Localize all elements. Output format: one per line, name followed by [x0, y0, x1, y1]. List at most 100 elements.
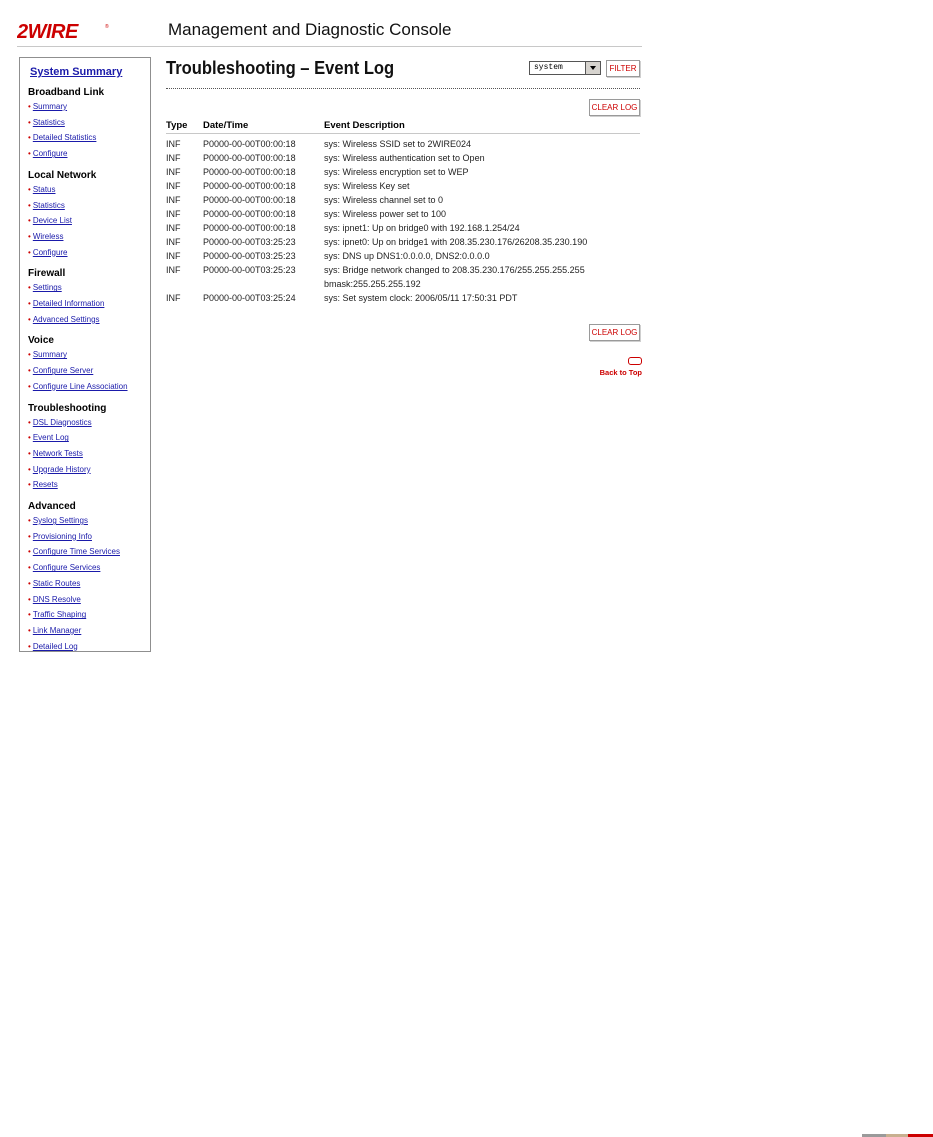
sidebar-item[interactable]: • Provisioning Info [28, 529, 150, 545]
2wire-logo: 2WIRE ® [17, 21, 109, 41]
sidebar-section-title: Local Network [28, 169, 97, 181]
sidebar-item-label[interactable]: Device List [33, 216, 72, 225]
sidebar-item[interactable]: • Configure [28, 146, 150, 162]
sidebar-item[interactable]: • Summary [28, 347, 150, 363]
bullet-icon: • [28, 516, 31, 526]
sidebar-item[interactable]: • Status [28, 182, 150, 198]
sidebar-item[interactable]: • Configure Time Services [28, 544, 150, 560]
sidebar-item-label[interactable]: Configure Line Association [33, 382, 128, 391]
sidebar-item-label[interactable]: Detailed Information [33, 299, 105, 308]
sidebar-item[interactable]: • DSL Diagnostics [28, 415, 150, 431]
sidebar-item-label[interactable]: Configure Time Services [33, 547, 120, 556]
sidebar-item[interactable]: • Upgrade History [28, 462, 150, 478]
bullet-icon: • [28, 216, 31, 226]
cell-description: sys: Wireless authentication set to Open [324, 153, 485, 163]
sidebar-item-label[interactable]: Configure [33, 248, 68, 257]
sidebar-item-label[interactable]: Event Log [33, 433, 69, 442]
system-summary-link[interactable]: System Summary [30, 66, 150, 78]
bullet-icon: • [28, 610, 31, 620]
sidebar-item[interactable]: • Traffic Shaping [28, 607, 150, 623]
sidebar-item[interactable]: • Resets [28, 477, 150, 493]
header-divider [17, 46, 642, 47]
sidebar-item-label[interactable]: Status [33, 185, 56, 194]
cell-datetime: P0000-00-00T03:25:23 [203, 237, 296, 247]
bullet-icon: • [28, 464, 31, 474]
filter-button[interactable]: FILTER [606, 60, 640, 77]
filter-select[interactable]: system [529, 61, 601, 75]
sidebar-item[interactable]: • Device List [28, 213, 150, 229]
sidebar-section: Advanced • Syslog Settings • Provisioning In… [28, 500, 150, 654]
up-arrow-icon [628, 357, 642, 365]
sidebar-item-label[interactable]: Settings [33, 283, 62, 292]
sidebar-item[interactable]: • Network Tests [28, 446, 150, 462]
sidebar-item[interactable]: • DNS Resolve [28, 592, 150, 608]
sidebar-item-label[interactable]: Traffic Shaping [33, 610, 86, 619]
cell-datetime: P0000-00-00T00:00:18 [203, 153, 296, 163]
sidebar-item[interactable]: • Summary [28, 99, 150, 115]
cell-datetime: P0000-00-00T03:25:23 [203, 251, 296, 261]
sidebar-section: Broadband Link • Summary • Statistics • Detail… [28, 86, 150, 162]
bullet-icon: • [28, 117, 31, 127]
sidebar-item-label[interactable]: Link Manager [33, 626, 81, 635]
sidebar-item-label[interactable]: Resets [33, 480, 58, 489]
sidebar-item-label[interactable]: Upgrade History [33, 465, 91, 474]
table-row: INF P0000-00-00T00:00:18 sys: Wireless cha… [166, 193, 640, 207]
sidebar-item-label[interactable]: Syslog Settings [33, 516, 88, 525]
sidebar-item[interactable]: • Detailed Information [28, 296, 150, 312]
sidebar-item-label[interactable]: Advanced Settings [33, 315, 100, 324]
sidebar-item[interactable]: • Detailed Log [28, 639, 150, 655]
sidebar-item[interactable]: • Configure Server [28, 363, 150, 379]
sidebar-item[interactable]: • Settings [28, 280, 150, 296]
sidebar-nav: System Summary Broadband Link • Summary • St… [19, 57, 151, 652]
bullet-icon: • [28, 417, 31, 427]
sidebar-item[interactable]: • Detailed Statistics [28, 130, 150, 146]
sidebar-item-label[interactable]: DNS Resolve [33, 595, 81, 604]
cell-datetime: P0000-00-00T00:00:18 [203, 167, 296, 177]
sidebar-item[interactable]: • Wireless [28, 229, 150, 245]
sidebar-item-label[interactable]: Detailed Log [33, 642, 78, 651]
sidebar-item[interactable]: • Syslog Settings [28, 513, 150, 529]
chevron-down-icon[interactable] [585, 62, 600, 74]
sidebar-item-label[interactable]: Provisioning Info [33, 532, 92, 541]
sidebar-item-label[interactable]: Wireless [33, 232, 64, 241]
clear-log-button-bottom[interactable]: CLEAR LOG [589, 324, 640, 341]
svg-text:®: ® [105, 23, 109, 30]
sidebar-item-label[interactable]: Configure Server [33, 366, 93, 375]
sidebar-section-title: Broadband Link [28, 87, 105, 98]
sidebar-item-label[interactable]: Static Routes [33, 579, 81, 588]
sidebar-item[interactable]: • Statistics [28, 198, 150, 214]
sidebar-item[interactable]: • Link Manager [28, 623, 150, 639]
cell-type: INF [166, 209, 181, 219]
sidebar-section-title: Advanced [28, 501, 76, 513]
sidebar-item-label[interactable]: Detailed Statistics [33, 133, 97, 142]
column-header-type: Type [166, 120, 203, 134]
sidebar-section: Voice • Summary • Configure Server • Configure… [28, 334, 150, 394]
cell-datetime: P0000-00-00T00:00:18 [203, 223, 296, 233]
sidebar-item[interactable]: • Event Log [28, 430, 150, 446]
sidebar-item-label[interactable]: Configure [33, 149, 68, 158]
sidebar-item-label[interactable]: Network Tests [33, 449, 83, 458]
table-row: INF P0000-00-00T00:00:18 sys: ipnet1: Up o… [166, 221, 640, 235]
sidebar-item[interactable]: • Configure Line Association [28, 379, 150, 395]
bullet-icon: • [28, 480, 31, 490]
sidebar-item[interactable]: • Configure Services [28, 560, 150, 576]
table-row: INF P0000-00-00T03:25:23 sys: Bridge netwo… [166, 263, 640, 291]
sidebar-item-label[interactable]: Statistics [33, 118, 65, 127]
sidebar-item-label[interactable]: DSL Diagnostics [33, 418, 92, 427]
sidebar-item-label[interactable]: Summary [33, 102, 67, 111]
filter-select-value: system [534, 63, 563, 72]
sidebar-item-label[interactable]: Summary [33, 350, 67, 359]
sidebar-item[interactable]: • Configure [28, 245, 150, 261]
cell-type: INF [166, 237, 181, 247]
cell-type: INF [166, 251, 181, 261]
sidebar-item[interactable]: • Statistics [28, 115, 150, 131]
clear-log-button-top[interactable]: CLEAR LOG [589, 99, 640, 116]
table-header-row: Type Date/Time Event Description [166, 120, 640, 134]
sidebar-item-label[interactable]: Statistics [33, 201, 65, 210]
sidebar-item[interactable]: • Advanced Settings [28, 312, 150, 328]
back-to-top-link[interactable]: Back to Top [596, 357, 642, 377]
sidebar-item-label[interactable]: Configure Services [33, 563, 101, 572]
column-header-datetime: Date/Time [203, 120, 324, 134]
sidebar-item[interactable]: • Static Routes [28, 576, 150, 592]
console-title: Management and Diagnostic Console [168, 20, 452, 39]
